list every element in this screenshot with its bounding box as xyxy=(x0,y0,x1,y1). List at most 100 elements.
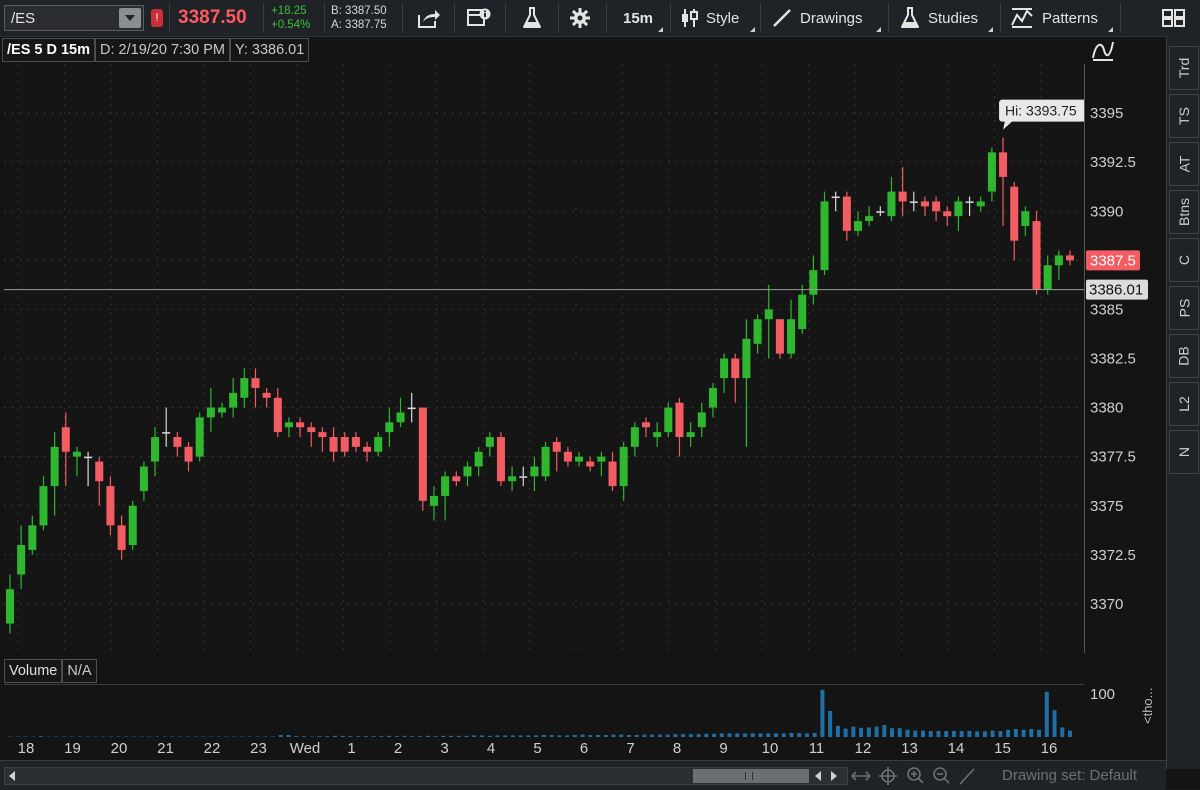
candle-body xyxy=(553,442,561,452)
candle-body xyxy=(664,408,672,433)
candle xyxy=(765,285,773,359)
sidebar-tab-c[interactable]: C xyxy=(1169,238,1199,282)
scrollbar-thumb[interactable] xyxy=(693,769,809,783)
candle xyxy=(129,501,137,550)
style-menu[interactable]: Style xyxy=(674,0,758,36)
candle-body xyxy=(742,339,750,378)
share-button[interactable] xyxy=(408,0,450,36)
drawing-set-label[interactable]: Drawing set: Default xyxy=(1002,767,1137,784)
volume-chart[interactable] xyxy=(4,684,1084,737)
candle-body xyxy=(129,506,137,545)
candle-body xyxy=(575,457,583,462)
sidebar-tab-l2[interactable]: L2 xyxy=(1169,382,1199,426)
net-change-percent: +0.54% xyxy=(271,18,310,32)
net-change: +18.25 +0.54% xyxy=(271,4,310,32)
chart-symbol-period[interactable]: /ES 5 D 15m xyxy=(2,38,95,62)
price-axis-tick: 3395 xyxy=(1090,105,1123,122)
volume-bar xyxy=(882,725,886,737)
candle-body xyxy=(374,437,382,452)
sidebar-tab-ts[interactable]: TS xyxy=(1169,94,1199,138)
candle-body xyxy=(899,192,907,202)
drawing-tool-icon[interactable] xyxy=(960,769,974,784)
sidebar-tab-n[interactable]: N xyxy=(1169,430,1199,474)
scroll-back-icon[interactable] xyxy=(815,771,821,781)
chart-settings-button[interactable] xyxy=(458,0,500,36)
layout-button[interactable] xyxy=(1154,0,1194,36)
price-axis[interactable]: 33953392.533903387.533853382.533803377.5… xyxy=(1085,64,1165,653)
flask-icon xyxy=(900,6,920,30)
layout-grid-icon xyxy=(1162,8,1186,28)
candle xyxy=(263,388,271,408)
candle-body xyxy=(274,398,282,432)
candle xyxy=(341,432,349,457)
patterns-menu[interactable]: Patterns xyxy=(1004,0,1116,36)
time-axis-tick: 2 xyxy=(394,740,402,757)
scroll-left-icon[interactable] xyxy=(9,771,15,781)
settings-button[interactable] xyxy=(562,0,598,36)
alert-flag-icon[interactable]: ! xyxy=(151,9,163,27)
volume-bar xyxy=(859,728,863,737)
candle xyxy=(586,457,594,472)
horizontal-scrollbar[interactable] xyxy=(4,767,848,785)
drawings-menu[interactable]: Drawings xyxy=(764,0,884,36)
candle xyxy=(698,403,706,437)
divider xyxy=(1120,3,1121,33)
candle-body xyxy=(486,437,494,447)
volume-label[interactable]: Volume xyxy=(4,659,62,683)
divider xyxy=(670,3,671,33)
candle-body xyxy=(1044,265,1052,290)
expand-icon[interactable] xyxy=(852,772,870,780)
candle xyxy=(709,383,717,417)
candle xyxy=(542,442,550,481)
sidebar-tab-label: PS xyxy=(1176,299,1192,318)
volume-bar xyxy=(1053,710,1057,737)
studies-menu[interactable]: Studies xyxy=(892,0,996,36)
candle-body xyxy=(296,422,304,427)
divider xyxy=(402,3,403,33)
volume-bar xyxy=(1014,729,1018,737)
candle-body xyxy=(765,309,773,319)
studies-lab-button[interactable] xyxy=(509,0,555,36)
candle xyxy=(463,462,471,487)
candle-body xyxy=(397,412,405,422)
candle xyxy=(754,314,762,353)
candle-body xyxy=(865,216,873,221)
divider xyxy=(263,3,264,33)
candle xyxy=(977,197,985,212)
candle-body xyxy=(887,192,895,217)
aggregation-dropdown[interactable]: 15m xyxy=(610,0,666,36)
zoom-out-icon[interactable] xyxy=(934,768,949,783)
candle xyxy=(932,197,940,222)
price-chart[interactable]: Hi: 3393.75 xyxy=(4,64,1085,653)
candle xyxy=(140,462,148,501)
symbol-selector[interactable]: /ES xyxy=(4,5,144,31)
candle xyxy=(1066,251,1074,266)
time-axis[interactable]: 181920212223Wed12345678910111213141516 xyxy=(0,737,1085,759)
chart-header: /ES 5 D 15m D: 2/19/20 7:30 PM Y: 3386.0… xyxy=(2,38,309,62)
candle-body xyxy=(687,432,695,437)
divider xyxy=(324,3,325,33)
zoom-in-icon[interactable] xyxy=(908,768,923,783)
candle-body xyxy=(675,403,683,437)
candle xyxy=(787,300,795,359)
price-axis-scale-icon[interactable] xyxy=(1090,38,1116,62)
candle xyxy=(274,388,282,437)
candle xyxy=(664,403,672,437)
sidebar-tab-at[interactable]: AT xyxy=(1169,142,1199,186)
candle-body xyxy=(653,432,661,437)
scroll-right-icon[interactable] xyxy=(831,771,837,781)
sidebar-tab-db[interactable]: DB xyxy=(1169,334,1199,378)
candle-body xyxy=(84,457,92,459)
symbol-dropdown-icon[interactable] xyxy=(119,8,141,28)
candle-body xyxy=(452,476,460,481)
crosshair-icon[interactable] xyxy=(879,767,897,785)
sidebar-tab-ps[interactable]: PS xyxy=(1169,286,1199,330)
candle xyxy=(363,442,371,462)
candle xyxy=(196,412,204,461)
sidebar-tab-btns[interactable]: Btns xyxy=(1169,190,1199,234)
volume-bar xyxy=(851,727,855,737)
candle-body xyxy=(229,393,237,408)
candle xyxy=(385,408,393,447)
candle xyxy=(374,432,382,457)
sidebar-tab-trd[interactable]: Trd xyxy=(1169,46,1199,90)
